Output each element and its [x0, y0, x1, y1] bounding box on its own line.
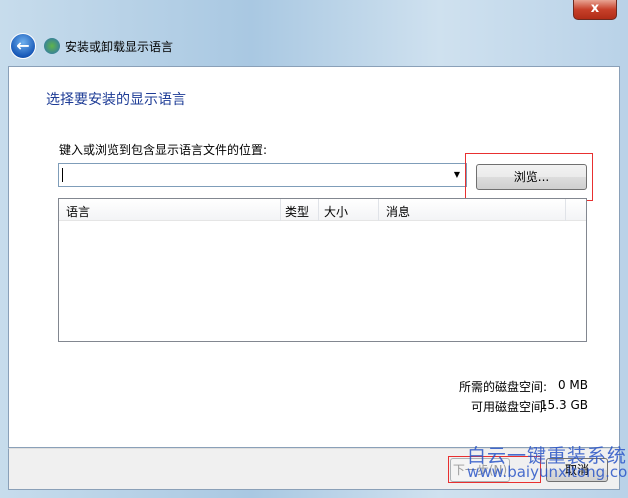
required-space-value: 0 MB — [557, 378, 588, 392]
text-caret — [62, 168, 63, 182]
browse-button[interactable]: 浏览... — [476, 164, 587, 190]
window-title: 安装或卸载显示语言 — [65, 40, 174, 54]
column-divider[interactable] — [318, 199, 319, 221]
watermark-url: www.baiyunxitong.com — [467, 463, 628, 481]
dropdown-arrow-icon[interactable]: ▼ — [454, 170, 460, 179]
available-space-value: 15.3 GB — [539, 398, 588, 412]
location-combobox[interactable]: ▼ — [58, 163, 467, 187]
column-header-size[interactable]: 大小 — [324, 203, 348, 220]
column-divider[interactable] — [565, 199, 566, 221]
required-space-label: 所需的磁盘空间: — [458, 380, 547, 394]
back-arrow-icon[interactable]: ← — [10, 33, 36, 59]
column-divider[interactable] — [378, 199, 379, 221]
language-globe-icon — [44, 38, 60, 54]
location-label: 键入或浏览到包含显示语言文件的位置: — [59, 143, 268, 157]
language-list[interactable]: 语言 类型 大小 消息 — [58, 198, 587, 342]
column-header-language[interactable]: 语言 — [66, 203, 90, 220]
available-space-label: 可用磁盘空间: — [470, 400, 547, 414]
page-heading: 选择要安装的显示语言 — [46, 92, 186, 108]
list-header: 语言 类型 大小 消息 — [59, 199, 586, 221]
column-header-message[interactable]: 消息 — [386, 203, 410, 220]
close-button[interactable]: x — [573, 0, 617, 20]
column-header-type[interactable]: 类型 — [285, 203, 309, 220]
column-divider[interactable] — [280, 199, 281, 221]
